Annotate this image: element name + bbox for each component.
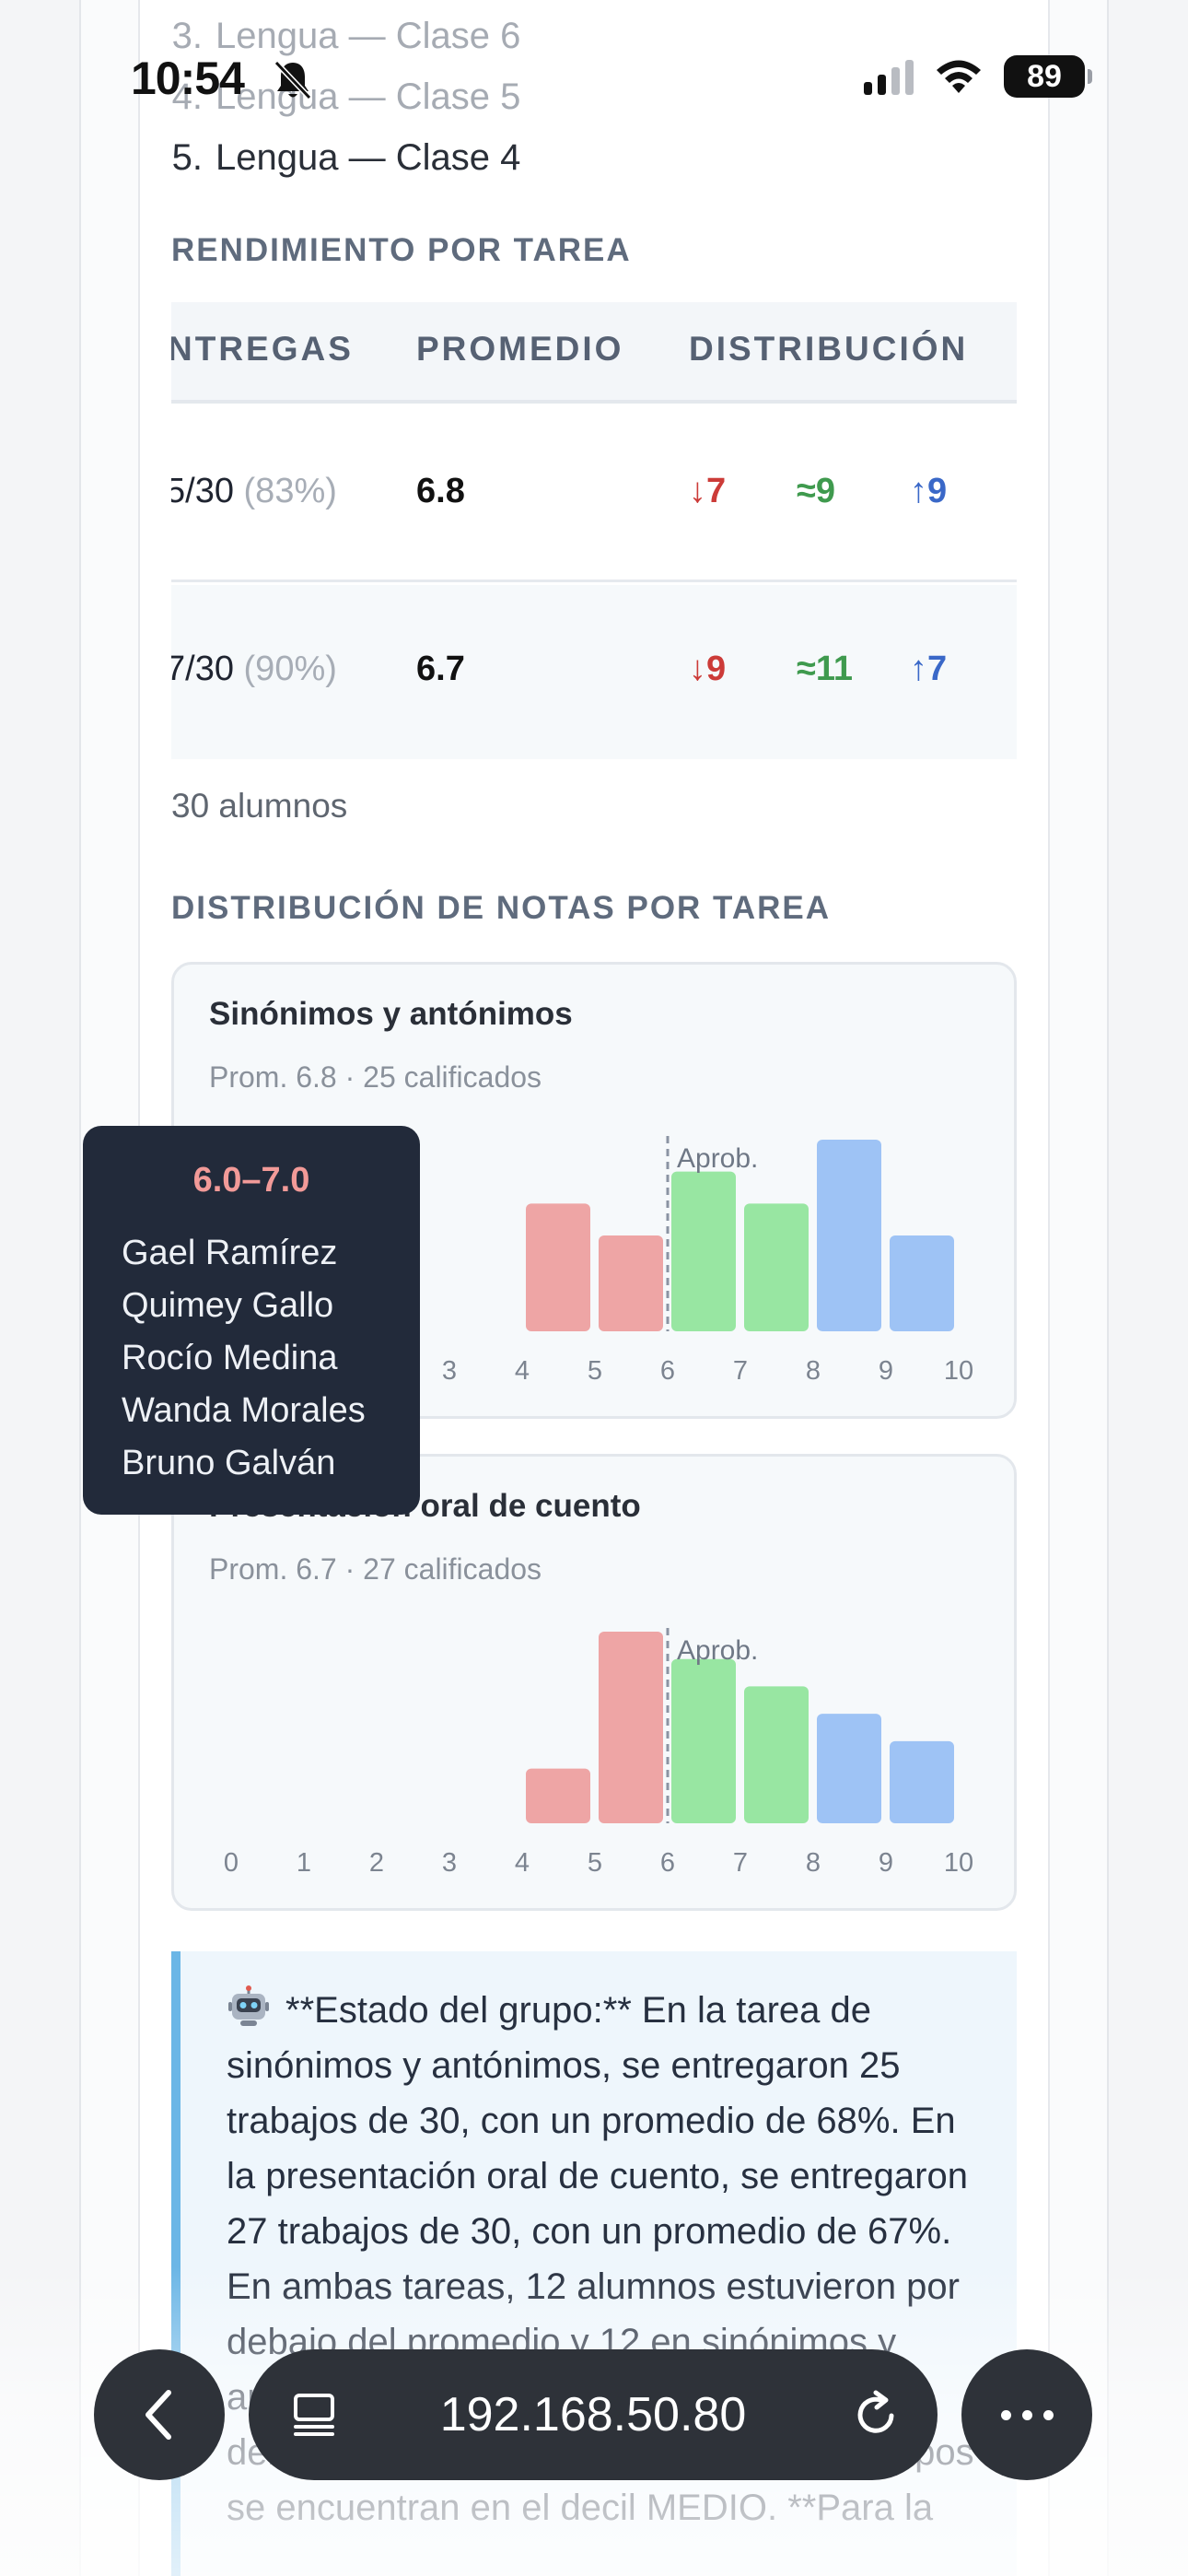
dist-mid-count: ≈9 [797, 472, 835, 510]
column-header-distribucion[interactable]: DISTRIBUCIÓN [689, 330, 968, 369]
x-tick-label: 8 [806, 1848, 821, 1878]
histogram-chart: Aprob. 0 1 2 3 4 5 6 7 8 9 10 [224, 1628, 973, 1878]
more-dot [1021, 2409, 1032, 2420]
x-tick-label: 4 [515, 1356, 530, 1386]
performance-table[interactable]: NTREGAS PROMEDIO DISTRIBUCIÓN 5/30 (83%)… [171, 302, 1017, 759]
x-tick-label: 7 [733, 1356, 748, 1386]
dist-low-count: ↓9 [689, 650, 727, 688]
x-tick-label: 3 [442, 1848, 457, 1878]
promedio-cell: 6.8 [416, 472, 465, 510]
x-tick-label: 3 [442, 1356, 457, 1386]
histogram-bar [526, 1203, 590, 1331]
app-page: 3. Lengua — Clase 6 4. Lengua — Clase 5 5.… [0, 0, 1188, 2576]
dist-low-count: ↓7 [689, 472, 727, 510]
students-count-note: 30 alumnos [171, 787, 348, 825]
tooltip-student-name: Wanda Morales [122, 1391, 366, 1430]
wifi-icon [937, 60, 981, 93]
histogram-bar [671, 1171, 736, 1331]
dist-high-count: ↑7 [910, 650, 948, 688]
more-dot [1000, 2409, 1011, 2420]
histogram-bar [744, 1686, 809, 1823]
histogram-bar [744, 1203, 809, 1331]
more-options-button[interactable] [961, 2349, 1092, 2480]
address-bar[interactable]: 192.168.50.80 [249, 2349, 938, 2480]
entregas-cell: 5/30 (83%) [171, 472, 337, 510]
histogram-bar [671, 1658, 736, 1823]
x-tick-label: 7 [733, 1848, 748, 1878]
x-tick-label: 2 [369, 1848, 384, 1878]
x-tick-label: 1 [297, 1848, 311, 1878]
entregas-cell: 7/30 (90%) [171, 650, 337, 688]
x-tick-label: 10 [944, 1356, 973, 1386]
histogram-bar [890, 1235, 954, 1331]
list-item[interactable]: 5. Lengua — Clase 4 [162, 127, 521, 188]
x-tick-label: 9 [879, 1356, 893, 1386]
dist-mid-count: ≈11 [797, 650, 854, 688]
x-tick-label: 10 [944, 1848, 973, 1878]
column-header-entregas[interactable]: NTREGAS [171, 330, 354, 369]
x-tick-label: 5 [588, 1356, 602, 1386]
x-tick-label: 6 [660, 1356, 675, 1386]
x-tick-label: 5 [588, 1848, 602, 1878]
more-dot [1042, 2409, 1054, 2420]
x-tick-label: 8 [806, 1356, 821, 1386]
tooltip-student-name: Quimey Gallo [122, 1286, 334, 1325]
x-tick-label: 4 [515, 1848, 530, 1878]
x-tick-label: 9 [879, 1848, 893, 1878]
battery-indicator: 89 [1004, 55, 1092, 98]
dist-high-count: ↑9 [910, 472, 948, 510]
chart-card: Presentación oral de cuento Prom. 6.7 · … [171, 1454, 1017, 1911]
histogram-bar [817, 1714, 881, 1823]
histogram-bar [817, 1140, 881, 1331]
performance-section-title: RENDIMIENTO POR TAREA [171, 232, 632, 268]
chevron-left-icon [146, 2390, 171, 2440]
column-header-promedio[interactable]: PROMEDIO [416, 330, 623, 369]
table-row[interactable]: 5/30 (83%) 6.8 ↓7 ≈9 ↑9 [171, 407, 1017, 582]
back-button[interactable] [94, 2349, 225, 2480]
table-header: NTREGAS PROMEDIO DISTRIBUCIÓN [171, 302, 1017, 404]
tooltip-student-list: Gael Ramírez Quimey Gallo Rocío Medina W… [122, 1227, 366, 1490]
tooltip-student-name: Gael Ramírez [122, 1234, 338, 1272]
cellular-signal-icon [864, 58, 914, 95]
table-row[interactable]: 7/30 (90%) 6.7 ↓9 ≈11 ↑7 [171, 585, 1017, 759]
histogram-bar [890, 1740, 954, 1823]
x-tick-label: 0 [224, 1848, 239, 1878]
tooltip-range: 6.0–7.0 [192, 1161, 310, 1200]
url-text: 192.168.50.80 [439, 2388, 747, 2441]
histogram-bar [599, 1235, 663, 1331]
bar-tooltip: 6.0–7.0 Gael Ramírez Quimey Gallo Rocío … [83, 1126, 420, 1515]
histogram-bar [526, 1768, 590, 1823]
tooltip-student-name: Bruno Galván [122, 1444, 336, 1482]
reload-icon[interactable] [851, 2390, 901, 2440]
status-indicators: 89 [864, 55, 1092, 98]
threshold-label: Aprob. [677, 1143, 758, 1174]
status-time: 10:54 [131, 53, 245, 104]
promedio-cell: 6.7 [416, 650, 465, 688]
threshold-label: Aprob. [677, 1635, 758, 1666]
x-tick-label: 6 [660, 1848, 675, 1878]
bell-muted-icon [274, 60, 312, 100]
distribution-section-title: DISTRIBUCIÓN DE NOTAS POR TAREA [171, 890, 831, 926]
robot-icon [228, 1985, 269, 2026]
histogram-bar [599, 1632, 663, 1823]
tooltip-student-name: Rocío Medina [122, 1339, 338, 1377]
